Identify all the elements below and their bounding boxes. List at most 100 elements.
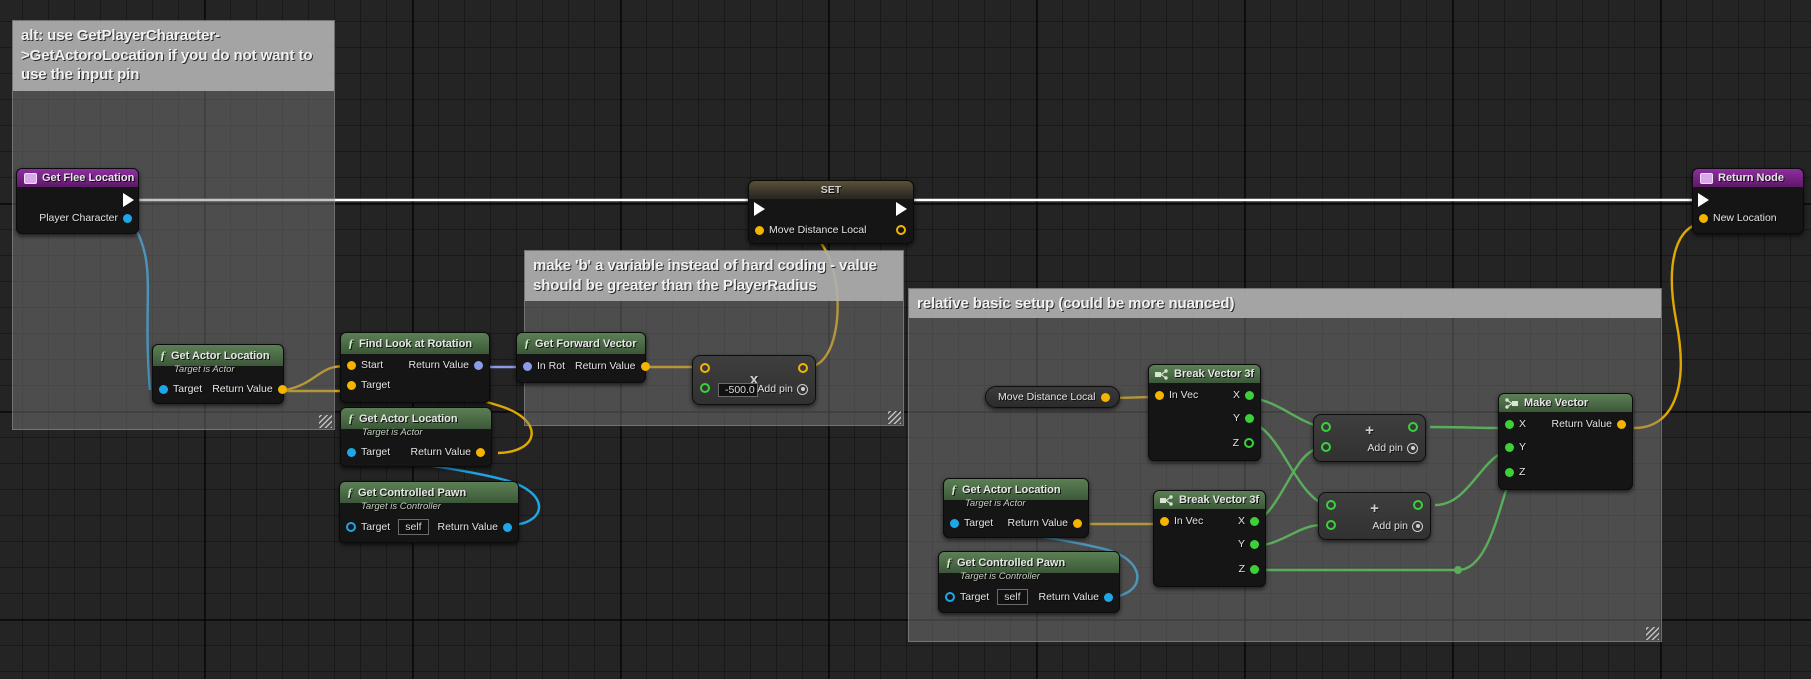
- node-add-1[interactable]: + Add pin: [1313, 414, 1426, 462]
- z-out-pin-icon[interactable]: [1244, 438, 1254, 448]
- in-vec-in-pin-icon[interactable]: [1160, 516, 1169, 526]
- pin-row-y[interactable]: Y: [1499, 431, 1632, 456]
- add2-input-a-pin-icon[interactable]: [1326, 500, 1336, 510]
- comment-resize-handle[interactable]: [888, 411, 901, 424]
- comment-resize-handle[interactable]: [1646, 627, 1659, 640]
- start-in-pin-icon[interactable]: [347, 360, 356, 370]
- node-get-move-distance-local[interactable]: Move Distance Local: [985, 386, 1121, 408]
- exec-in-pin-icon[interactable]: [1698, 193, 1709, 207]
- exec-out-pin-icon[interactable]: [123, 193, 134, 207]
- return-value-out-pin-icon[interactable]: [277, 384, 287, 394]
- pin-row-in-rot[interactable]: In Rot: [523, 359, 570, 373]
- node-get-controlled-pawn-2[interactable]: ƒ Get Controlled Pawn Target is Controll…: [938, 551, 1120, 613]
- add1-add-pin-button[interactable]: Add pin: [1367, 442, 1418, 454]
- return-value-out-pin-icon[interactable]: [1104, 592, 1113, 602]
- pin-row-return-value[interactable]: Return Value: [432, 520, 512, 534]
- node-get-forward-vector[interactable]: ƒ Get Forward Vector In Rot Return Value: [516, 332, 650, 383]
- pin-row-z[interactable]: Z: [1499, 456, 1632, 481]
- z-out-pin-icon[interactable]: [1250, 564, 1259, 574]
- pin-row-x[interactable]: X: [1233, 514, 1259, 528]
- node-make-vector[interactable]: Make Vector X Return Value Y Z: [1498, 393, 1633, 490]
- pin-row-y[interactable]: Y: [1149, 402, 1260, 427]
- add-pin-icon[interactable]: [1407, 442, 1418, 454]
- pin-row-target[interactable]: Target: [950, 516, 998, 530]
- return-value-out-pin-icon[interactable]: [476, 447, 485, 457]
- return-value-out-pin-icon[interactable]: [640, 361, 650, 371]
- pin-row-return-value[interactable]: Return Value: [1002, 516, 1082, 530]
- set-exec-out-pin-icon[interactable]: [896, 202, 907, 216]
- pin-row-exec-out[interactable]: [17, 191, 138, 209]
- node-get-actor-location-3[interactable]: ƒ Get Actor Location Target is Actor Tar…: [943, 478, 1089, 538]
- pin-row-return-value[interactable]: Return Value: [1546, 417, 1626, 431]
- add1-input-b-pin-icon[interactable]: [1321, 442, 1331, 452]
- pin-row-new-location[interactable]: New Location: [1693, 209, 1803, 227]
- target-self-value-field[interactable]: self: [398, 519, 429, 535]
- z-in-pin-icon[interactable]: [1505, 467, 1514, 477]
- add2-input-b-pin-icon[interactable]: [1326, 520, 1336, 530]
- pin-row-target[interactable]: Target self: [346, 519, 429, 535]
- node-get-controlled-pawn-1[interactable]: ƒ Get Controlled Pawn Target is Controll…: [339, 481, 519, 543]
- multiply-b-value-field[interactable]: -500.0: [718, 383, 758, 397]
- node-find-look-at-rotation[interactable]: ƒ Find Look at Rotation Start Return Val…: [340, 332, 490, 403]
- node-get-actor-location-2[interactable]: ƒ Get Actor Location Target is Actor Tar…: [340, 407, 492, 467]
- add-pin-icon[interactable]: [797, 383, 808, 395]
- multiply-output-pin-icon[interactable]: [798, 363, 808, 373]
- multiply-input-a-pin-icon[interactable]: [700, 363, 710, 373]
- variable-out-pin-icon[interactable]: [1101, 392, 1111, 402]
- pin-row-exec-in[interactable]: [1693, 191, 1803, 209]
- pin-row-return-value[interactable]: Return Value: [1033, 590, 1113, 604]
- pin-row-x[interactable]: X: [1228, 388, 1254, 402]
- in-vec-in-pin-icon[interactable]: [1155, 390, 1164, 400]
- pin-row-return-value[interactable]: Return Value: [403, 358, 483, 372]
- pin-row-in-vec[interactable]: In Vec: [1160, 514, 1208, 528]
- new-location-in-pin-icon[interactable]: [1699, 213, 1708, 223]
- add-pin-icon[interactable]: [1412, 520, 1423, 532]
- pin-row-in-vec[interactable]: In Vec: [1155, 388, 1203, 402]
- target-in-pin-icon[interactable]: [346, 522, 356, 532]
- target-in-pin-icon[interactable]: [347, 447, 356, 457]
- y-in-pin-icon[interactable]: [1505, 442, 1514, 452]
- x-out-pin-icon[interactable]: [1245, 390, 1254, 400]
- in-rot-in-pin-icon[interactable]: [523, 361, 532, 371]
- return-value-out-pin-icon[interactable]: [1617, 419, 1626, 429]
- pin-row-return-value[interactable]: Return Value: [570, 359, 650, 373]
- add2-output-pin-icon[interactable]: [1413, 500, 1423, 510]
- pin-row-x[interactable]: X: [1505, 417, 1531, 431]
- pin-row-z[interactable]: Z: [1149, 427, 1260, 452]
- pin-row-return-value[interactable]: Return Value: [405, 445, 485, 459]
- pin-row-target[interactable]: Target: [341, 372, 489, 394]
- return-value-out-pin-icon[interactable]: [503, 522, 512, 532]
- node-break-vector-3f-2[interactable]: Break Vector 3f In Vec X Y Z: [1153, 490, 1266, 587]
- target-in-pin-icon[interactable]: [950, 518, 959, 528]
- node-get-actor-location-1[interactable]: ƒ Get Actor Location Target is Actor Tar…: [152, 344, 287, 404]
- node-break-vector-3f-1[interactable]: Break Vector 3f In Vec X Y Z: [1148, 364, 1261, 461]
- target-in-pin-icon[interactable]: [159, 384, 168, 394]
- node-multiply[interactable]: x -500.0 Add pin: [692, 355, 816, 405]
- target-self-value-field[interactable]: self: [997, 589, 1028, 605]
- player-character-out-pin-icon[interactable]: [123, 213, 132, 223]
- pin-row-target[interactable]: Target: [159, 382, 207, 396]
- pin-row-player-character[interactable]: Player Character: [17, 209, 138, 227]
- comment-resize-handle[interactable]: [319, 415, 332, 428]
- pin-row-target[interactable]: Target: [347, 445, 395, 459]
- add2-add-pin-button[interactable]: Add pin: [1372, 520, 1423, 532]
- multiply-input-b-pin-icon[interactable]: [700, 383, 710, 393]
- add1-output-pin-icon[interactable]: [1408, 422, 1418, 432]
- x-in-pin-icon[interactable]: [1505, 419, 1514, 429]
- return-value-out-pin-icon[interactable]: [1073, 518, 1082, 528]
- node-get-flee-location[interactable]: Get Flee Location Player Character: [16, 168, 139, 234]
- node-set-move-distance-local[interactable]: SET Move Distance Local: [748, 180, 914, 244]
- set-variable-row[interactable]: Move Distance Local: [749, 219, 913, 243]
- pin-row-z[interactable]: Z: [1154, 553, 1265, 578]
- pin-row-start[interactable]: Start: [347, 358, 388, 372]
- set-value-in-pin-icon[interactable]: [755, 225, 764, 235]
- return-value-out-pin-icon[interactable]: [474, 360, 483, 370]
- y-out-pin-icon[interactable]: [1245, 413, 1254, 423]
- add1-input-a-pin-icon[interactable]: [1321, 422, 1331, 432]
- target-in-pin-icon[interactable]: [347, 380, 356, 390]
- pin-row-return-value[interactable]: Return Value: [207, 382, 287, 396]
- set-exec-in-pin-icon[interactable]: [754, 202, 765, 216]
- x-out-pin-icon[interactable]: [1250, 516, 1259, 526]
- multiply-add-pin-button[interactable]: Add pin: [757, 383, 808, 395]
- pin-row-target[interactable]: Target self: [945, 589, 1028, 605]
